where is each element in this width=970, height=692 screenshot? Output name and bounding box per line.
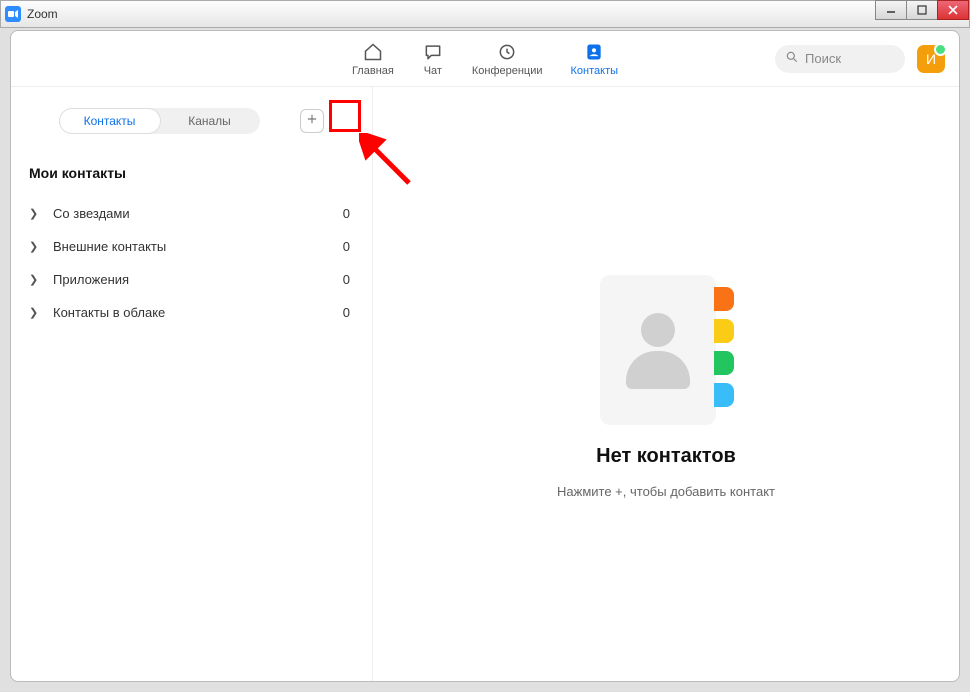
list-item-cloud[interactable]: ❯ Контакты в облаке 0	[11, 296, 372, 329]
nav-chat[interactable]: Чат	[422, 41, 444, 77]
list-item-label: Контакты в облаке	[53, 305, 343, 320]
chevron-right-icon: ❯	[29, 273, 43, 286]
nav-contacts[interactable]: Контакты	[571, 41, 619, 77]
list-item-label: Приложения	[53, 272, 343, 287]
nav-label: Конференции	[472, 65, 543, 77]
chevron-right-icon: ❯	[29, 240, 43, 253]
list-item-starred[interactable]: ❯ Со звездами 0	[11, 197, 372, 230]
top-nav: Главная Чат Конференции Контакты	[11, 31, 959, 87]
nav-label: Чат	[424, 65, 442, 77]
search-icon	[785, 50, 799, 67]
contacts-icon	[583, 41, 605, 63]
chat-icon	[422, 41, 444, 63]
avatar-initial: И	[926, 51, 936, 67]
list-item-label: Со звездами	[53, 206, 343, 221]
nav-label: Контакты	[571, 65, 619, 77]
list-item-label: Внешние контакты	[53, 239, 343, 254]
app-window: Главная Чат Конференции Контакты	[10, 30, 960, 682]
empty-title: Нет контактов	[596, 445, 736, 468]
nav-meetings[interactable]: Конференции	[472, 41, 543, 77]
clock-icon	[496, 41, 518, 63]
section-title: Мои контакты	[11, 157, 372, 197]
maximize-button[interactable]	[906, 0, 938, 20]
search-input[interactable]: Поиск	[775, 45, 905, 73]
search-placeholder: Поиск	[805, 51, 841, 66]
window-title: Zoom	[27, 7, 58, 21]
list-item-count: 0	[343, 206, 350, 221]
list-item-count: 0	[343, 272, 350, 287]
tab-channels[interactable]: Каналы	[160, 109, 260, 133]
close-button[interactable]	[937, 0, 969, 20]
list-item-count: 0	[343, 305, 350, 320]
chevron-right-icon: ❯	[29, 207, 43, 220]
list-item-apps[interactable]: ❯ Приложения 0	[11, 263, 372, 296]
chevron-right-icon: ❯	[29, 306, 43, 319]
add-contact-button[interactable]	[300, 109, 324, 133]
plus-icon	[305, 112, 319, 131]
segmented-control: Контакты Каналы	[60, 108, 260, 134]
list-item-count: 0	[343, 239, 350, 254]
titlebar: Zoom	[0, 0, 970, 28]
window-controls	[876, 0, 969, 20]
nav-label: Главная	[352, 65, 394, 77]
main-panel: Нет контактов Нажмите +, чтобы добавить …	[373, 87, 959, 681]
tab-contacts[interactable]: Контакты	[60, 109, 160, 133]
sidebar: Контакты Каналы Мои контакты ❯ Со звезда…	[11, 87, 373, 681]
app-icon	[5, 6, 21, 22]
empty-subtitle: Нажмите +, чтобы добавить контакт	[557, 484, 775, 499]
minimize-button[interactable]	[875, 0, 907, 20]
avatar[interactable]: И	[917, 45, 945, 73]
list-item-external[interactable]: ❯ Внешние контакты 0	[11, 230, 372, 263]
empty-contacts-illustration	[586, 269, 746, 429]
nav-home[interactable]: Главная	[352, 41, 394, 77]
home-icon	[362, 41, 384, 63]
